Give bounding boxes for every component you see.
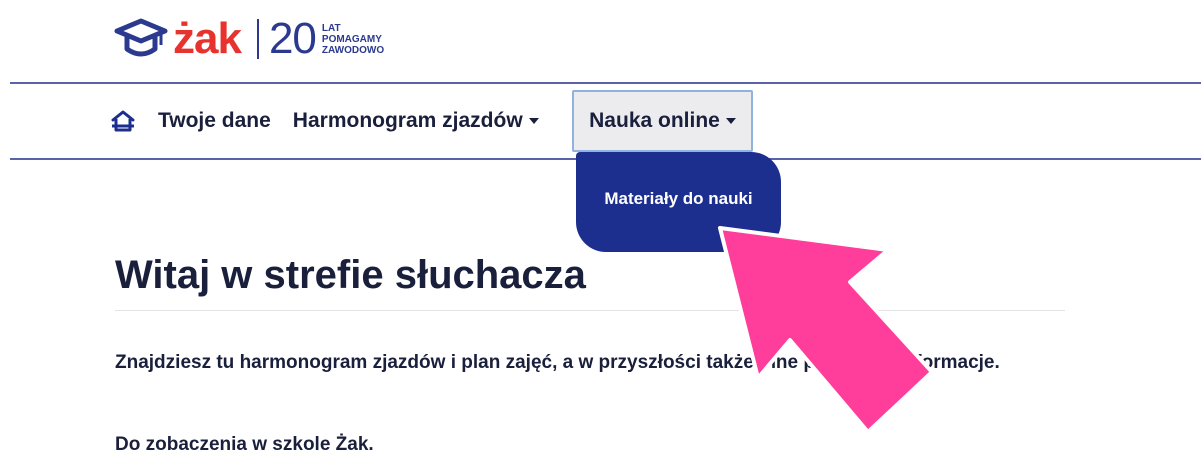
nav-item-harmonogram[interactable]: Harmonogram zjazdów bbox=[293, 109, 539, 133]
chevron-down-icon bbox=[528, 118, 539, 124]
chevron-down-icon bbox=[725, 118, 736, 124]
home-icon[interactable] bbox=[110, 108, 136, 134]
site-logo[interactable]: żak 20 LAT POMAGAMY ZAWODOWO bbox=[113, 14, 384, 64]
logo-tagline-line: POMAGAMY bbox=[321, 33, 382, 45]
nav-item-nauka-online[interactable]: Nauka online bbox=[572, 90, 753, 152]
logo-divider bbox=[256, 19, 259, 59]
page-title: Witaj w strefie słuchacza bbox=[115, 253, 586, 297]
logo-brand: żak bbox=[173, 14, 242, 63]
logo-tagline-line: ZAWODOWO bbox=[321, 44, 385, 56]
graduation-cap-icon bbox=[114, 18, 168, 57]
nav-item-label: Harmonogram zjazdów bbox=[292, 109, 523, 132]
logo-tagline-line: LAT bbox=[321, 22, 341, 34]
pointer-arrow-icon bbox=[718, 226, 934, 434]
logo-anniversary-number: 20 bbox=[268, 14, 317, 63]
main-nav: Twoje dane Harmonogram zjazdów Nauka onl… bbox=[110, 88, 753, 154]
menu-item-materialy[interactable]: Materiały do nauki bbox=[604, 189, 752, 209]
nav-item-label: Nauka online bbox=[589, 109, 720, 132]
logo-tagline: LAT POMAGAMY ZAWODOWO bbox=[322, 23, 384, 56]
nav-top-border bbox=[10, 82, 1201, 84]
nav-item-twoje-dane[interactable]: Twoje dane bbox=[158, 109, 271, 133]
farewell-paragraph: Do zobaczenia w szkole Żak. bbox=[115, 434, 374, 455]
